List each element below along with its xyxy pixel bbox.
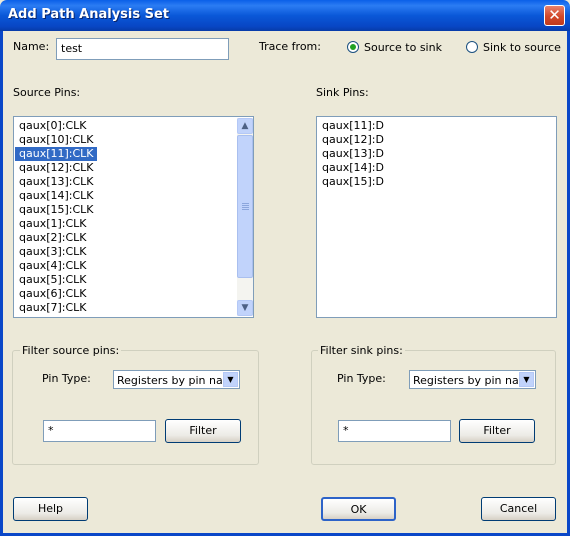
source-pin-type-select[interactable]: Registers by pin name ▼ [113,370,240,389]
list-item[interactable]: qaux[15]:D [318,175,384,189]
scroll-up-button[interactable]: ▲ [237,118,253,134]
sink-pin-type-select[interactable]: Registers by pin name ▼ [409,370,536,389]
sink-pin-type-label: Pin Type: [337,372,386,385]
help-button-label: Help [37,502,64,515]
source-pin-type-value: Registers by pin name [117,374,222,387]
filter-source-legend: Filter source pins: [20,344,122,357]
name-input[interactable]: test [56,38,229,60]
cancel-button[interactable]: Cancel [481,497,556,521]
source-filter-button-label: Filter [189,424,217,437]
list-item[interactable]: qaux[14]:CLK [15,189,97,203]
list-item[interactable]: qaux[11]:D [318,119,384,133]
name-label: Name: [13,40,50,53]
list-item[interactable]: qaux[15]:CLK [15,203,97,217]
ok-button[interactable]: OK [321,497,396,521]
radio-sink-to-source-label[interactable]: Sink to source [483,41,561,54]
scroll-grip [242,209,249,210]
scroll-grip [242,205,249,206]
filter-source-group [12,350,259,465]
cancel-button-label: Cancel [499,502,538,515]
ok-button-label: OK [350,503,367,516]
sink-pins-label: Sink Pins: [316,86,369,99]
list-item[interactable]: qaux[6]:CLK [15,287,97,301]
list-item[interactable]: qaux[5]:CLK [15,273,97,287]
scroll-down-arrow-icon: ▼ [241,303,249,313]
radio-sink-to-source[interactable] [466,41,478,53]
trace-from-label: Trace from: [259,40,321,53]
radio-source-to-sink-label[interactable]: Source to sink [364,41,442,54]
source-pins-label: Source Pins: [13,86,81,99]
filter-sink-group [311,350,556,465]
list-item[interactable]: qaux[0]:CLK [15,119,97,133]
window-border-left [0,31,3,536]
help-button[interactable]: Help [13,497,88,521]
list-item-selected[interactable]: qaux[11]:CLK [15,147,97,161]
list-item[interactable]: qaux[12]:CLK [15,161,97,175]
sink-pin-type-value: Registers by pin name [413,374,518,387]
scroll-grip [242,207,249,208]
source-filter-button[interactable]: Filter [165,419,241,443]
list-item[interactable]: qaux[2]:CLK [15,231,97,245]
sink-pins-items: qaux[11]:D qaux[12]:D qaux[13]:D qaux[14… [318,119,384,189]
list-item[interactable]: qaux[14]:D [318,161,384,175]
window-title: Add Path Analysis Set [8,7,170,22]
list-item[interactable]: qaux[7]:CLK [15,301,97,315]
scroll-grip [242,203,249,204]
chevron-down-icon: ▼ [523,375,530,384]
scroll-up-arrow-icon: ▲ [241,121,249,131]
list-item[interactable]: qaux[3]:CLK [15,245,97,259]
sink-filter-button[interactable]: Filter [459,419,535,443]
source-pins-list[interactable]: qaux[0]:CLK qaux[10]:CLK qaux[11]:CLK qa… [13,116,254,318]
list-item[interactable]: qaux[10]:CLK [15,133,97,147]
sink-filter-input[interactable]: * [338,420,451,442]
list-item[interactable]: qaux[13]:CLK [15,175,97,189]
source-pin-type-dropdown-button[interactable]: ▼ [223,372,238,387]
filter-sink-legend: Filter sink pins: [318,344,405,357]
radio-source-to-sink[interactable] [347,41,359,53]
list-item[interactable]: qaux[4]:CLK [15,259,97,273]
source-list-scrollbar[interactable]: ▲ ▼ [237,118,253,316]
list-item[interactable]: qaux[1]:CLK [15,217,97,231]
list-item[interactable]: qaux[12]:D [318,133,384,147]
close-icon: ✕ [548,6,561,24]
title-bar[interactable]: Add Path Analysis Set ✕ [0,0,570,31]
chevron-down-icon: ▼ [227,375,234,384]
source-pins-items: qaux[0]:CLK qaux[10]:CLK qaux[11]:CLK qa… [15,119,97,315]
dialog-window: Add Path Analysis Set ✕ Name: test Trace… [0,0,570,536]
sink-pins-list[interactable]: qaux[11]:D qaux[12]:D qaux[13]:D qaux[14… [316,116,557,318]
scroll-down-button[interactable]: ▼ [237,300,253,316]
source-pin-type-label: Pin Type: [42,372,91,385]
sink-filter-button-label: Filter [483,424,511,437]
scroll-thumb[interactable] [237,135,253,278]
sink-pin-type-dropdown-button[interactable]: ▼ [519,372,534,387]
close-button[interactable]: ✕ [544,5,565,26]
list-item[interactable]: qaux[13]:D [318,147,384,161]
source-filter-input[interactable]: * [43,420,156,442]
